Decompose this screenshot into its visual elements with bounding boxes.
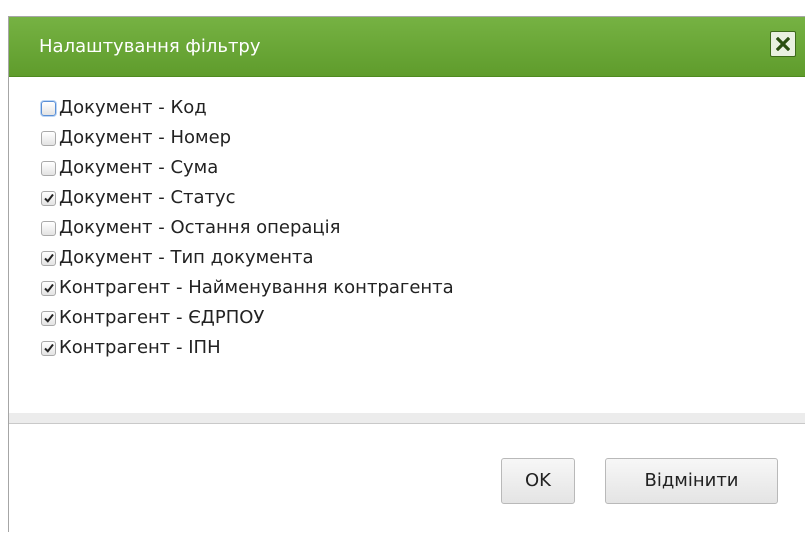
filter-option[interactable]: Документ - Тип документа xyxy=(41,243,454,273)
filter-option-label: Контрагент - Найменування контрагента xyxy=(59,277,454,298)
filter-option[interactable]: Документ - Статус xyxy=(41,183,454,213)
dialog-body: Документ - Код Документ - Номер Документ… xyxy=(9,77,805,413)
filter-option-label: Документ - Номер xyxy=(59,127,232,148)
checkmark-icon xyxy=(44,193,54,203)
filter-option-label: Контрагент - ЄДРПОУ xyxy=(59,307,265,328)
cancel-button[interactable]: Відмінити xyxy=(605,458,778,504)
checkbox[interactable] xyxy=(41,310,56,326)
checkmark-icon xyxy=(44,253,54,263)
filter-option-label: Контрагент - ІПН xyxy=(59,337,221,358)
dialog-titlebar: Налаштування фільтру xyxy=(9,17,805,77)
filter-options-list: Документ - Код Документ - Номер Документ… xyxy=(41,93,454,363)
filter-settings-dialog: Налаштування фільтру Документ - Код Доку… xyxy=(8,16,805,533)
checkmark-icon xyxy=(44,313,54,323)
checkbox[interactable] xyxy=(41,220,56,236)
checkbox[interactable] xyxy=(41,250,56,266)
dialog-title: Налаштування фільтру xyxy=(39,36,261,57)
checkmark-icon xyxy=(44,283,54,293)
filter-option[interactable]: Документ - Код xyxy=(41,93,454,123)
filter-option[interactable]: Документ - Остання операція xyxy=(41,213,454,243)
checkbox[interactable] xyxy=(41,190,56,206)
filter-option[interactable]: Документ - Сума xyxy=(41,153,454,183)
checkbox[interactable] xyxy=(41,340,56,356)
filter-option-label: Документ - Код xyxy=(59,97,207,118)
filter-option[interactable]: Контрагент - Найменування контрагента xyxy=(41,273,454,303)
checkbox[interactable] xyxy=(41,130,56,146)
filter-option-label: Документ - Статус xyxy=(59,187,236,208)
checkbox[interactable] xyxy=(41,160,56,176)
checkmark-icon xyxy=(44,343,54,353)
close-button[interactable] xyxy=(770,31,796,57)
footer-divider xyxy=(9,413,805,424)
filter-option[interactable]: Контрагент - ЄДРПОУ xyxy=(41,303,454,333)
dialog-footer: OK Відмінити xyxy=(9,424,805,533)
filter-option[interactable]: Контрагент - ІПН xyxy=(41,333,454,363)
ok-button[interactable]: OK xyxy=(501,458,575,504)
filter-option-label: Документ - Сума xyxy=(59,157,219,178)
close-x-icon xyxy=(776,37,790,51)
filter-option[interactable]: Документ - Номер xyxy=(41,123,454,153)
filter-option-label: Документ - Тип документа xyxy=(59,247,314,268)
filter-option-label: Документ - Остання операція xyxy=(59,217,341,238)
checkbox[interactable] xyxy=(41,100,56,116)
checkbox[interactable] xyxy=(41,280,56,296)
